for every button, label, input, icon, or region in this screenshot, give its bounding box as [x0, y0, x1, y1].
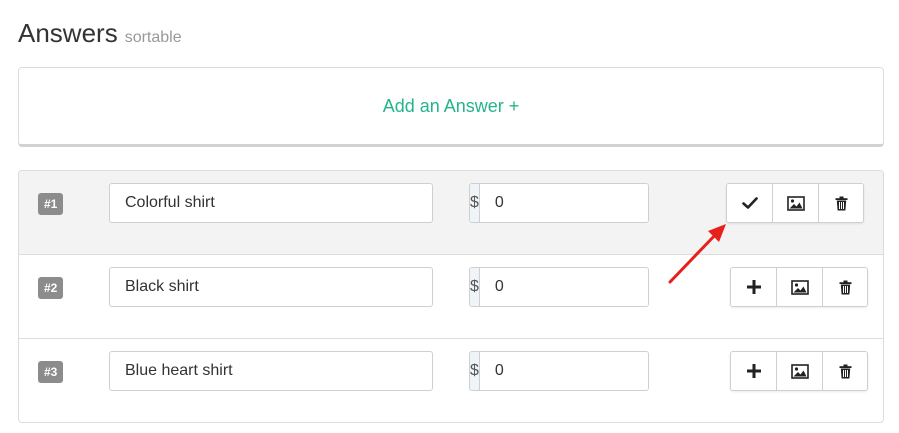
trash-icon	[839, 280, 851, 294]
add-image-button[interactable]	[777, 352, 823, 390]
delete-button[interactable]	[823, 352, 867, 390]
answer-row[interactable]: #2 $	[19, 255, 883, 339]
page-title: Answers	[18, 18, 118, 48]
mark-correct-button[interactable]	[727, 184, 773, 222]
delete-button[interactable]	[823, 268, 867, 306]
trash-icon	[835, 196, 847, 210]
answers-list: #1 $	[18, 170, 884, 423]
currency-addon: $	[470, 268, 480, 306]
trash-icon	[839, 364, 851, 378]
plus-icon	[746, 280, 761, 294]
currency-addon: $	[470, 184, 480, 222]
answer-row[interactable]: #3 $	[19, 339, 883, 422]
price-input-group: $	[469, 183, 649, 223]
image-icon	[790, 363, 809, 379]
add-answer-label: Add an Answer +	[382, 95, 520, 116]
delete-button[interactable]	[819, 184, 863, 222]
plus-icon	[746, 364, 761, 378]
page-subtitle: sortable	[124, 29, 182, 46]
price-input[interactable]	[479, 268, 648, 306]
price-input-group: $	[469, 267, 649, 307]
answer-number-badge: #2	[38, 277, 64, 299]
image-icon	[790, 279, 809, 295]
add-image-button[interactable]	[777, 268, 823, 306]
answer-name-input[interactable]	[109, 183, 433, 223]
price-input[interactable]	[479, 352, 648, 390]
add-image-button[interactable]	[773, 184, 819, 222]
answer-number-badge: #3	[38, 361, 64, 383]
price-input-group: $	[469, 351, 649, 391]
answer-number-badge: #1	[38, 193, 64, 215]
answer-actions	[726, 183, 864, 223]
answer-actions	[730, 351, 868, 391]
answer-name-input[interactable]	[109, 267, 433, 307]
answer-actions	[730, 267, 868, 307]
answer-name-input[interactable]	[109, 351, 433, 391]
currency-addon: $	[470, 352, 480, 390]
mark-correct-button[interactable]	[731, 268, 777, 306]
add-answer-button[interactable]: Add an Answer +	[18, 67, 884, 147]
checkmark-icon	[741, 197, 758, 209]
price-input[interactable]	[479, 184, 648, 222]
mark-correct-button[interactable]	[731, 352, 777, 390]
answer-row[interactable]: #1 $	[19, 171, 883, 255]
image-icon	[786, 195, 805, 211]
section-header: Answers sortable	[18, 18, 182, 49]
